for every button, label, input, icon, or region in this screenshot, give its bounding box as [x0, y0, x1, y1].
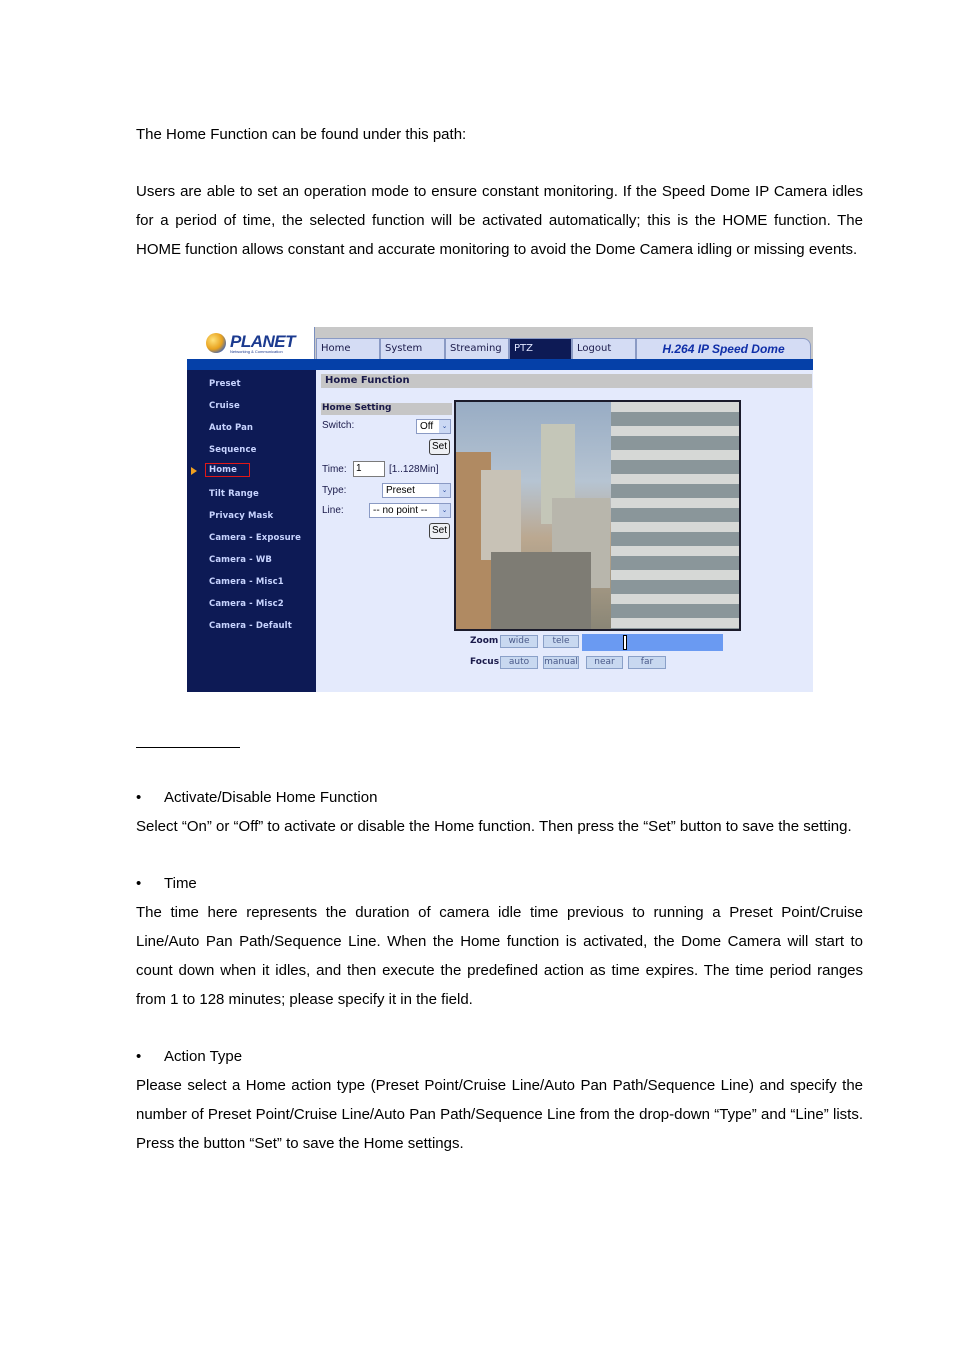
video-building: [481, 470, 521, 560]
zoom-wide-button[interactable]: wide: [500, 635, 538, 648]
tab-system[interactable]: System: [380, 338, 445, 359]
chevron-down-icon: ⌄: [439, 420, 450, 433]
video-building-right: [611, 402, 739, 629]
line-label: Line:: [322, 505, 344, 516]
home-set-button[interactable]: Set: [429, 523, 451, 539]
planet-logo: PLANET Networking & Communication: [187, 327, 315, 359]
sidebar-item-camera-wb[interactable]: Camera - WB: [209, 555, 272, 565]
bullet-action-type: • Action Type: [136, 1047, 242, 1067]
tab-ptz[interactable]: PTZ: [509, 338, 572, 359]
sidebar-item-camera-misc2[interactable]: Camera - Misc2: [209, 599, 284, 609]
globe-icon: [206, 333, 226, 353]
zoom-slider-handle[interactable]: [623, 635, 627, 650]
content-panel: Home Function Home Setting Switch: Off ⌄…: [316, 370, 813, 692]
zoom-label: Zoom: [470, 636, 499, 646]
switch-set-button[interactable]: Set: [429, 439, 451, 455]
focus-label: Focus: [470, 657, 500, 667]
tab-logout[interactable]: Logout: [572, 338, 636, 359]
switch-value: Off: [420, 421, 434, 432]
time-input[interactable]: 1: [353, 461, 385, 477]
type-label: Type:: [322, 485, 347, 496]
video-street: [491, 552, 591, 629]
sidebar-item-camera-misc1[interactable]: Camera - Misc1: [209, 577, 284, 587]
switch-select[interactable]: Off ⌄: [416, 419, 451, 434]
live-video-view: [454, 400, 741, 631]
bullet-title: Activate/Disable Home Function: [164, 789, 378, 806]
type-value: Preset: [386, 485, 415, 496]
sidebar-item-sequence[interactable]: Sequence: [209, 445, 256, 455]
section-divider: [136, 747, 240, 748]
sidebar-item-camera-default[interactable]: Camera - Default: [209, 621, 292, 631]
chevron-down-icon: ⌄: [439, 504, 450, 517]
bullet-title: Action Type: [164, 1048, 243, 1065]
action-type-body: Please select a Home action type (Preset…: [136, 1077, 863, 1152]
sidebar-item-camera-exposure[interactable]: Camera - Exposure: [209, 533, 301, 543]
home-setting-heading: Home Setting: [321, 403, 452, 415]
time-range-hint: [1..128Min]: [389, 464, 439, 475]
bullet-activate-disable: • Activate/Disable Home Function: [136, 788, 377, 808]
time-body: The time here represents the duration of…: [136, 904, 863, 1008]
focus-manual-button[interactable]: manual: [543, 656, 579, 669]
sidebar-item-home[interactable]: Home: [205, 463, 250, 477]
type-select[interactable]: Preset ⌄: [382, 483, 451, 498]
sidebar-item-preset[interactable]: Preset: [209, 379, 241, 389]
line-select[interactable]: -- no point -- ⌄: [369, 503, 451, 518]
current-item-arrow-icon: [191, 467, 197, 475]
ptz-sidebar: Preset Cruise Auto Pan Sequence Home Til…: [187, 370, 316, 692]
tab-home[interactable]: Home: [316, 338, 380, 359]
top-nav-tabs: Home System Streaming PTZ Logout: [316, 338, 636, 359]
description-paragraph: Users are able to set an operation mode …: [136, 183, 863, 258]
product-brand-label: H.264 IP Speed Dome: [636, 338, 811, 359]
sidebar-item-auto-pan[interactable]: Auto Pan: [209, 423, 253, 433]
camera-web-ui-screenshot: PLANET Networking & Communication Home S…: [187, 327, 813, 692]
line-value: -- no point --: [373, 505, 428, 516]
zoom-tele-button[interactable]: tele: [543, 635, 579, 648]
nav-bar-strip: [187, 359, 813, 370]
bullet-time: • Time: [136, 874, 197, 894]
focus-far-button[interactable]: far: [628, 656, 666, 669]
bullet-icon: •: [136, 789, 142, 806]
time-label: Time:: [322, 464, 347, 475]
chevron-down-icon: ⌄: [439, 484, 450, 497]
zoom-slider[interactable]: [582, 634, 723, 651]
activate-disable-body: Select “On” or “Off” to activate or disa…: [136, 818, 852, 835]
logo-tagline: Networking & Communication: [230, 348, 283, 354]
bullet-icon: •: [136, 875, 142, 892]
focus-near-button[interactable]: near: [586, 656, 623, 669]
sidebar-item-privacy-mask[interactable]: Privacy Mask: [209, 511, 273, 521]
bullet-title: Time: [164, 875, 197, 892]
logo-name: PLANET: [230, 331, 296, 351]
sidebar-item-cruise[interactable]: Cruise: [209, 401, 240, 411]
bullet-icon: •: [136, 1048, 142, 1065]
tab-streaming[interactable]: Streaming: [445, 338, 509, 359]
page-title: Home Function: [321, 374, 812, 388]
switch-label: Switch:: [322, 420, 355, 431]
sidebar-item-tilt-range[interactable]: Tilt Range: [209, 489, 259, 499]
intro-paragraph: The Home Function can be found under thi…: [136, 126, 467, 143]
focus-auto-button[interactable]: auto: [500, 656, 538, 669]
